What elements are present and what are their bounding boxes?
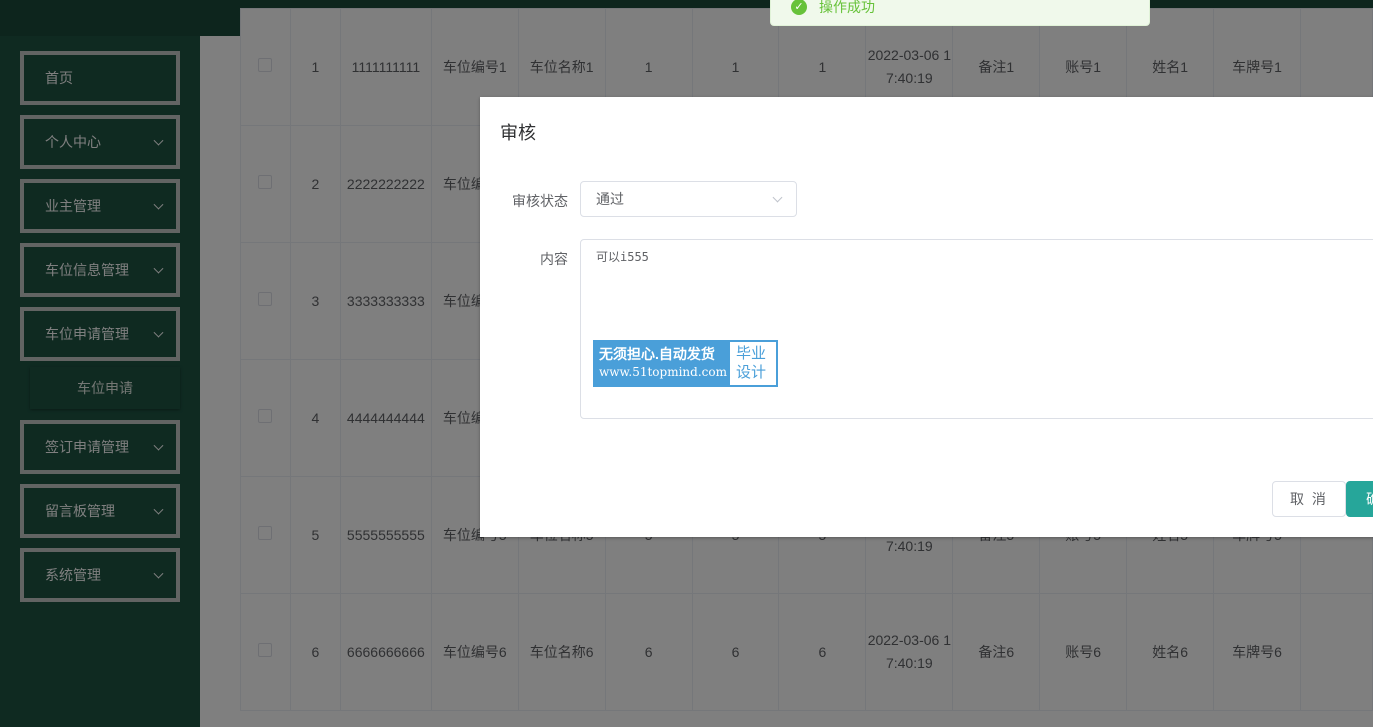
content-value: 可以i555	[596, 250, 649, 264]
check-circle-icon: ✓	[791, 0, 807, 15]
ad-line2: www.51topmind.com	[599, 365, 727, 379]
ad-banner-main: 无须担心.自动发货 www.51topmind.com	[595, 342, 730, 385]
status-select[interactable]: 通过	[580, 181, 797, 217]
ad-line1: 无须担心.自动发货	[599, 346, 715, 362]
content-textarea[interactable]: 可以i555	[580, 239, 1373, 419]
content-label: 内容	[540, 251, 568, 267]
status-select-value: 通过	[596, 191, 624, 207]
toast-message: 操作成功	[819, 0, 875, 15]
ad-banner[interactable]: 无须担心.自动发货 www.51topmind.com 毕业 设计	[593, 340, 778, 387]
ad-banner-tag: 毕业 设计	[730, 342, 776, 385]
status-label: 审核状态	[512, 193, 568, 209]
dialog-title: 审核	[500, 123, 536, 143]
confirm-button[interactable]: 确 定	[1346, 481, 1373, 517]
ad-tag1: 毕业	[736, 345, 767, 362]
chevron-down-icon	[772, 192, 783, 203]
review-dialog: 审核 审核状态 通过 内容 可以i555 无须担心.自动发货 www.51top…	[480, 97, 1373, 537]
cancel-button[interactable]: 取 消	[1272, 481, 1346, 517]
success-toast: ✓ 操作成功	[770, 0, 1150, 26]
ad-tag2: 设计	[736, 364, 767, 381]
